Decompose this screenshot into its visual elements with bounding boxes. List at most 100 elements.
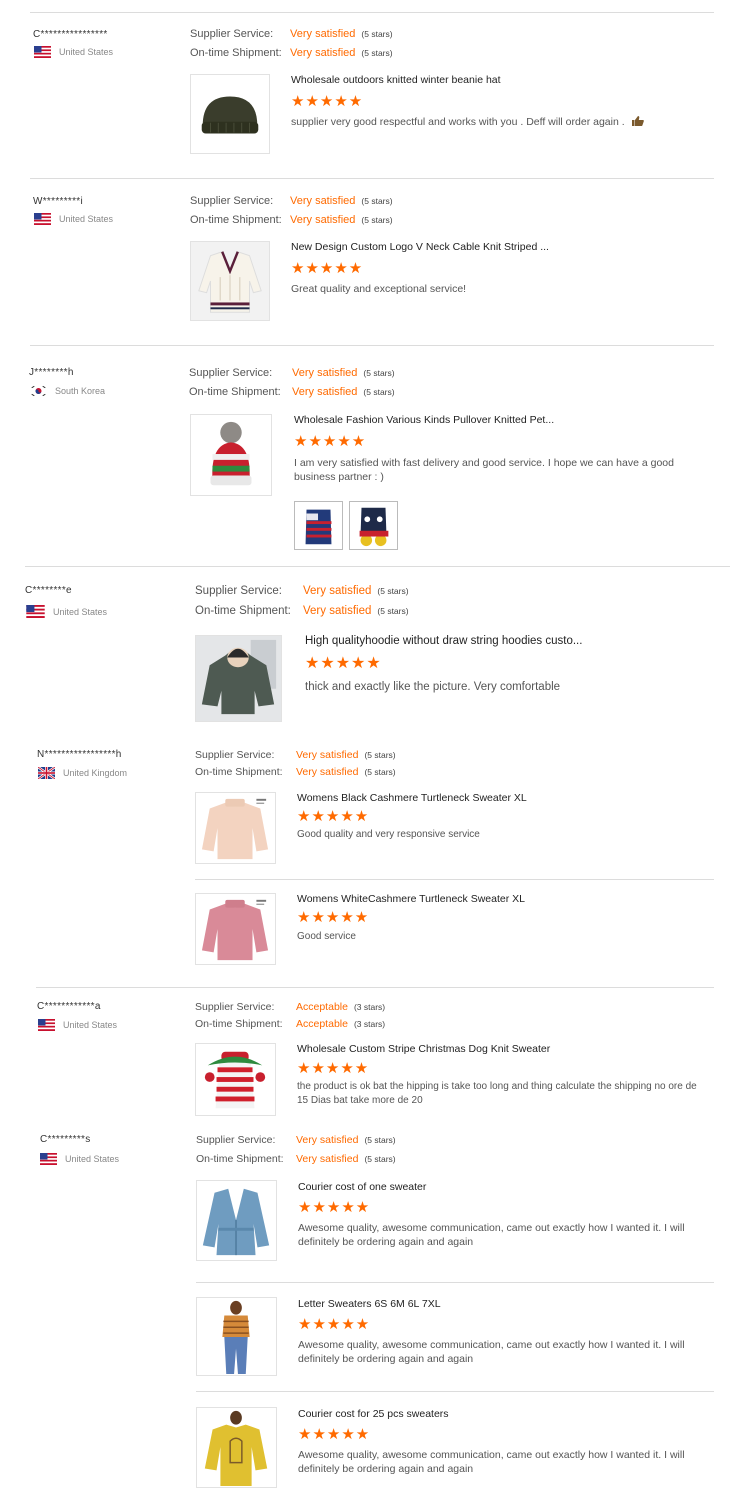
divider: [30, 178, 714, 179]
divider: [196, 1282, 714, 1283]
review-photo-thumbnail[interactable]: [294, 501, 343, 550]
christmas-dog-sweater-image[interactable]: [195, 1043, 276, 1116]
rating-note: (5 stars): [364, 767, 396, 777]
comment-text: supplier very good respectful and works …: [291, 116, 625, 128]
product-title-link[interactable]: New Design Custom Logo V Neck Cable Knit…: [291, 241, 549, 253]
buyer-name: C*********s: [40, 1134, 91, 1145]
supplier-service-label: Supplier Service:: [195, 749, 275, 761]
supplier-service-rating: Very satisfied (5 stars): [296, 1134, 396, 1146]
supplier-service-label: Supplier Service:: [190, 195, 274, 207]
rating-note: (5 stars): [361, 196, 393, 206]
rating-text: Very satisfied: [290, 28, 356, 40]
country-label: United States: [63, 1020, 118, 1030]
ontime-shipment-label: On-time Shipment:: [190, 47, 282, 59]
review-comment: Awesome quality, awesome communication, …: [298, 1222, 685, 1248]
product-title-link[interactable]: Letter Sweaters 6S 6M 6L 7XL: [298, 1298, 441, 1310]
supplier-service-rating: Very satisfied (5 stars): [296, 749, 396, 761]
rating-text: Very satisfied: [296, 766, 359, 778]
ontime-shipment-label: On-time Shipment:: [195, 1018, 283, 1030]
supplier-service-rating: Acceptable (3 stars): [296, 1001, 385, 1013]
product-title-link[interactable]: Wholesale outdoors knitted winter beanie…: [291, 74, 501, 86]
supplier-service-label: Supplier Service:: [189, 367, 273, 379]
product-rating-stars: ★★★★★: [294, 433, 367, 450]
rating-text: Very satisfied: [296, 1134, 359, 1146]
pom-pom-hat-image[interactable]: [190, 414, 272, 496]
country-label: United States: [59, 214, 114, 224]
product-title-link[interactable]: Wholesale Custom Stripe Christmas Dog Kn…: [297, 1043, 550, 1055]
us-flag-icon: [34, 46, 51, 58]
buyer-name: C************a: [37, 1001, 101, 1012]
pink-sweater-image[interactable]: [195, 893, 276, 965]
review-comment: Awesome quality, awesome communication, …: [298, 1339, 685, 1365]
product-rating-stars: ★★★★★: [297, 1060, 370, 1077]
supplier-service-label: Supplier Service:: [190, 28, 274, 40]
review-comment: I am very satisfied with fast delivery a…: [294, 457, 674, 483]
product-rating-stars: ★★★★★: [297, 909, 370, 926]
rating-note: (5 stars): [377, 606, 409, 616]
beige-sweater-image[interactable]: [195, 792, 276, 864]
country-label: United States: [53, 606, 108, 617]
supplier-service-rating: Very satisfied (5 stars): [303, 585, 409, 597]
buyer-country: United States: [34, 213, 113, 225]
rating-text: Acceptable: [296, 1001, 348, 1013]
hoodie-image[interactable]: [195, 635, 282, 722]
buyer-name: C********e: [25, 585, 72, 596]
ontime-shipment-label: On-time Shipment:: [195, 766, 283, 778]
rating-note: (5 stars): [361, 29, 393, 39]
country-label: United States: [59, 47, 114, 57]
divider: [30, 345, 714, 346]
buyer-name: W*********i: [33, 196, 83, 207]
supplier-service-label: Supplier Service:: [195, 585, 282, 597]
rating-note: (5 stars): [364, 1154, 396, 1164]
supplier-service-label: Supplier Service:: [196, 1134, 276, 1146]
rating-note: (5 stars): [363, 368, 395, 378]
rating-text: Very satisfied: [303, 585, 372, 597]
uk-flag-icon: [38, 767, 55, 779]
supplier-service-rating: Very satisfied (5 stars): [292, 367, 395, 379]
country-label: South Korea: [55, 386, 106, 396]
ontime-shipment-label: On-time Shipment:: [195, 605, 291, 617]
ontime-shipment-rating: Very satisfied (5 stars): [290, 47, 393, 59]
buyer-country: United States: [34, 46, 113, 58]
buyer-country: United States: [26, 605, 107, 618]
ontime-shipment-label: On-time Shipment:: [196, 1153, 284, 1165]
rating-note: (5 stars): [377, 586, 409, 596]
supplier-service-label: Supplier Service:: [195, 1001, 275, 1013]
product-title-link[interactable]: Courier cost for 25 pcs sweaters: [298, 1408, 449, 1420]
beanie-hat-image[interactable]: [190, 74, 270, 154]
product-title-link[interactable]: Womens Black Cashmere Turtleneck Sweater…: [297, 792, 527, 804]
rating-note: (5 stars): [363, 387, 395, 397]
buyer-country: United States: [38, 1019, 117, 1031]
rating-note: (5 stars): [361, 48, 393, 58]
ontime-shipment-label: On-time Shipment:: [190, 214, 282, 226]
us-flag-icon: [34, 213, 51, 225]
buyer-country: United Kingdom: [38, 767, 127, 779]
review-comment: thick and exactly like the picture. Very…: [305, 681, 561, 693]
buyer-country: United States: [40, 1153, 119, 1165]
blue-cardigan-image[interactable]: [196, 1180, 277, 1261]
review-comment: the product is ok bat the hipping is tak…: [297, 1081, 697, 1106]
south-korea-flag-icon: [30, 385, 47, 397]
product-title-link[interactable]: High qualityhoodie without draw string h…: [305, 635, 582, 647]
divider: [30, 12, 714, 13]
review-photo-thumbnail[interactable]: [349, 501, 398, 550]
divider: [36, 987, 714, 988]
product-title-link[interactable]: Womens WhiteCashmere Turtleneck Sweater …: [297, 893, 525, 905]
yellow-sweater-image[interactable]: [196, 1407, 277, 1488]
product-rating-stars: ★★★★★: [297, 808, 370, 825]
product-title-link[interactable]: Wholesale Fashion Various Kinds Pullover…: [294, 414, 554, 426]
cable-knit-sweater-image[interactable]: [190, 241, 270, 321]
model-striped-top-image[interactable]: [196, 1297, 277, 1376]
ontime-shipment-rating: Very satisfied (5 stars): [296, 1153, 396, 1165]
rating-note: (3 stars): [353, 1019, 386, 1029]
rating-note: (5 stars): [364, 750, 396, 760]
review-comment: Good service: [297, 931, 356, 942]
rating-text: Very satisfied: [290, 195, 356, 207]
divider: [195, 879, 714, 880]
rating-text: Very satisfied: [296, 749, 359, 761]
product-rating-stars: ★★★★★: [298, 1426, 371, 1443]
product-title-link[interactable]: Courier cost of one sweater: [298, 1181, 426, 1193]
ontime-shipment-rating: Very satisfied (5 stars): [292, 386, 395, 398]
us-flag-icon: [40, 1153, 57, 1165]
rating-text: Very satisfied: [296, 1153, 359, 1165]
